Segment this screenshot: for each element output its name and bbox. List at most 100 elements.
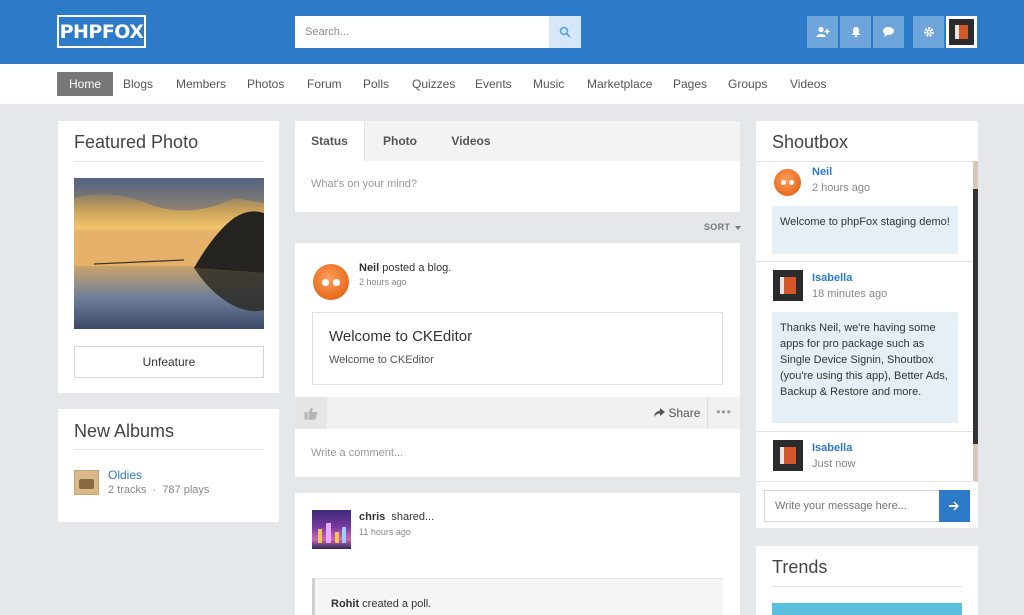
feed-header: Neil posted a blog. (359, 262, 451, 274)
main-nav: Home Blogs Members Photos Forum Polls Qu… (0, 64, 1024, 104)
add-friend-icon (816, 26, 830, 37)
search-button[interactable] (549, 16, 581, 48)
feed-item: chris shared... 11 hours ago Rohit creat… (295, 493, 740, 615)
nav-item-videos[interactable]: Videos (790, 72, 826, 96)
shout-author-link[interactable]: Isabella (812, 272, 852, 284)
more-icon: ••• (716, 405, 732, 419)
chat-icon (883, 27, 894, 37)
feed-time: 2 hours ago (359, 277, 407, 287)
top-header: PHPFOX (0, 0, 1024, 64)
divider (756, 481, 978, 482)
share-icon (654, 408, 665, 418)
nav-item-marketplace[interactable]: Marketplace (587, 72, 652, 96)
shout-time: Just now (812, 458, 856, 470)
shared-header: Rohit created a poll. (331, 598, 431, 610)
nav-item-polls[interactable]: Polls (363, 72, 389, 96)
like-button[interactable] (295, 397, 327, 429)
shoutbox-block: Shoutbox Neil 2 hours ago Welcome to php… (756, 121, 978, 528)
shout-avatar[interactable] (774, 169, 801, 196)
gear-icon (923, 27, 934, 37)
divider (756, 161, 978, 162)
divider (772, 586, 962, 587)
divider (756, 431, 973, 432)
send-shout-button[interactable] (939, 490, 970, 522)
shared-action: created a poll. (362, 598, 432, 610)
user-avatar[interactable] (946, 16, 977, 48)
nav-item-blogs[interactable]: Blogs (123, 72, 153, 96)
new-albums-title: New Albums (74, 421, 175, 441)
shout-message: Welcome to phpFox staging demo! (772, 206, 958, 254)
sort-label: SORT (704, 222, 731, 232)
shoutbox-composer (764, 490, 970, 522)
feed-item: Neil posted a blog. 2 hours ago Welcome … (295, 243, 740, 477)
notifications-button[interactable] (840, 16, 871, 48)
messages-button[interactable] (873, 16, 904, 48)
shout-author-link[interactable]: Isabella (812, 442, 852, 454)
nav-item-events[interactable]: Events (475, 72, 512, 96)
nav-item-photos[interactable]: Photos (247, 72, 284, 96)
tab-status[interactable]: Status (295, 121, 365, 161)
shoutbox-title: Shoutbox (772, 132, 849, 152)
blog-excerpt: Welcome to CKEditor (329, 354, 434, 366)
album-plays: 787 plays (162, 484, 210, 496)
author-name-link[interactable]: Neil (359, 262, 379, 274)
nav-item-members[interactable]: Members (176, 72, 226, 96)
tab-photo[interactable]: Photo (365, 121, 435, 161)
nav-item-quizzes[interactable]: Quizzes (412, 72, 455, 96)
shout-avatar[interactable] (773, 440, 803, 471)
album-stats: 2 tracks · 787 plays (108, 484, 209, 496)
tab-videos[interactable]: Videos (435, 121, 507, 161)
shout-message: Thanks Neil, we're having some apps for … (772, 312, 958, 423)
album-name-link[interactable]: Oldies (108, 468, 142, 482)
shared-author-link[interactable]: Rohit (331, 598, 359, 610)
nav-item-groups[interactable]: Groups (728, 72, 767, 96)
album-tracks: 2 tracks (108, 484, 147, 496)
album-cover[interactable] (74, 470, 99, 495)
shout-time: 2 hours ago (812, 182, 871, 194)
shout-time: 18 minutes ago (812, 288, 888, 300)
divider (74, 449, 264, 450)
blog-attachment[interactable]: Welcome to CKEditor Welcome to CKEditor (312, 312, 723, 385)
nav-item-music[interactable]: Music (533, 72, 564, 96)
more-options-button[interactable]: ••• (707, 397, 740, 429)
nav-item-forum[interactable]: Forum (307, 72, 342, 96)
thumbs-up-icon (304, 407, 318, 420)
shout-avatar[interactable] (773, 270, 803, 301)
blog-title[interactable]: Welcome to CKEditor (329, 328, 472, 345)
friend-requests-button[interactable] (807, 16, 838, 48)
feed-header: chris shared... (359, 511, 434, 523)
new-albums-block: New Albums Oldies 2 tracks · 787 plays (58, 409, 279, 522)
nav-item-pages[interactable]: Pages (673, 72, 707, 96)
share-label: Share (668, 406, 701, 420)
site-logo[interactable]: PHPFOX (57, 15, 146, 48)
shared-item[interactable]: Rohit created a poll. (312, 578, 723, 615)
author-avatar[interactable] (313, 264, 349, 300)
search-input[interactable] (295, 16, 549, 48)
featured-photo-image[interactable] (74, 178, 264, 329)
scrollbar-thumb[interactable] (973, 189, 978, 444)
share-button[interactable]: Share (654, 406, 700, 420)
divider (756, 261, 973, 262)
unfeature-button[interactable]: Unfeature (74, 346, 264, 378)
settings-button[interactable] (913, 16, 944, 48)
status-input[interactable]: What's on your mind? (311, 178, 417, 190)
arrow-right-icon (949, 501, 959, 511)
caret-down-icon (735, 225, 742, 230)
shoutbox-scrollbar[interactable] (973, 161, 978, 481)
divider (74, 161, 264, 162)
shout-author-link[interactable]: Neil (812, 166, 832, 178)
author-avatar[interactable] (312, 510, 351, 549)
feed-action: posted a blog. (382, 262, 452, 274)
search-icon (559, 26, 571, 38)
separator: · (152, 484, 157, 496)
trends-block: Trends (756, 546, 978, 615)
trends-title: Trends (772, 557, 828, 577)
bell-icon (851, 27, 860, 38)
nav-item-home[interactable]: Home (57, 72, 114, 96)
user-avatar-image (949, 19, 974, 45)
author-name-link[interactable]: chris (359, 511, 385, 523)
shout-input[interactable] (765, 491, 939, 521)
trend-banner[interactable] (772, 603, 962, 615)
comment-input[interactable]: Write a comment... (311, 447, 403, 459)
sort-dropdown[interactable]: SORT (704, 222, 742, 232)
